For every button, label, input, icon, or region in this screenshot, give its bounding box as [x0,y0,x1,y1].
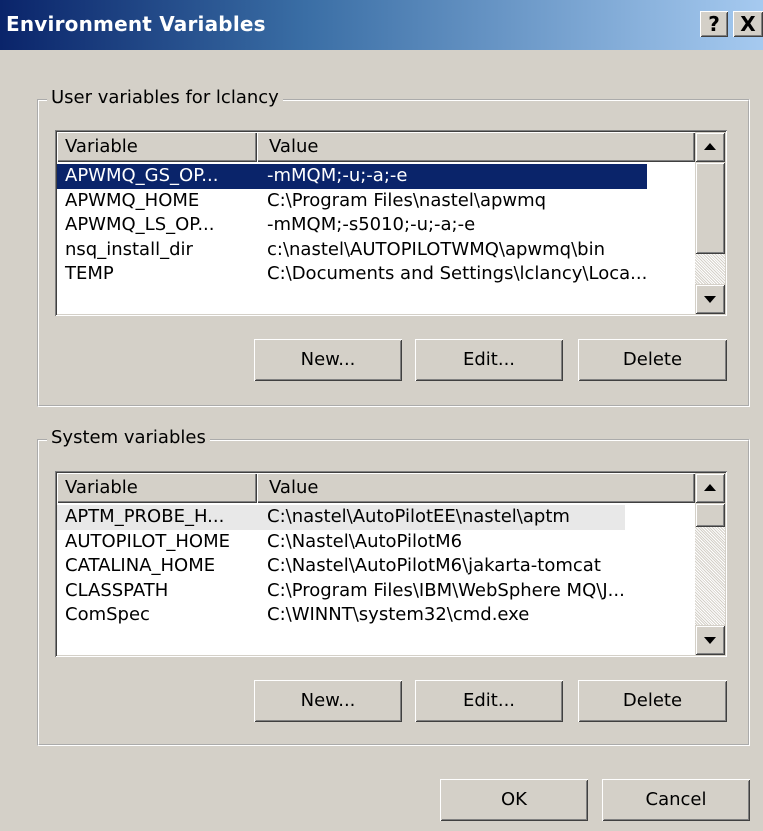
column-header-variable[interactable]: Variable [57,132,257,162]
scroll-thumb[interactable] [695,503,725,527]
arrow-down-icon [704,637,716,644]
system-edit-button[interactable]: Edit... [415,680,563,722]
variable-name-cell: APWMQ_GS_OP... [65,165,219,186]
cancel-button[interactable]: Cancel [602,779,750,821]
table-row[interactable]: TEMP C:\Documents and Settings\lclancy\Lo… [57,262,647,287]
list-header: Variable Value [57,132,695,162]
table-row[interactable]: CATALINA_HOME C:\Nastel\AutoPilotM6\jakar… [57,554,625,579]
variable-value-cell: C:\Program Files\nastel\apwmq [267,189,547,211]
scroll-thumb[interactable] [695,162,725,254]
table-row[interactable]: ComSpec C:\WINNT\system32\cmd.exe [57,603,625,628]
table-row[interactable]: nsq_install_dir c:\nastel\AUTOPILOTWMQ\ap… [57,238,647,263]
variable-value-cell: C:\Documents and Settings\lclancy\Loca..… [267,263,648,284]
system-variables-list[interactable]: Variable Value APTM_PROBE_H... C:\nastel\… [55,471,727,657]
variable-value-cell: c:\nastel\AUTOPILOTWMQ\apwmq\bin [267,238,606,260]
variable-value-cell: -mMQM;-s5010;-u;-a;-e [267,214,476,235]
variable-value-cell: C:\Program Files\IBM\WebSphere MQ\J... [267,579,625,601]
user-list-scrollbar[interactable] [695,132,725,314]
variable-name-cell: APTM_PROBE_H... [65,506,225,527]
arrow-down-icon [704,296,716,303]
user-variables-rows: APWMQ_GS_OP... -mMQM;-u;-a;-e APWMQ_HOME C:… [57,164,648,287]
variable-name-cell: APWMQ_HOME [65,189,200,211]
column-header-value[interactable]: Value [257,132,695,162]
arrow-up-icon [704,143,716,150]
variable-name-cell: APWMQ_LS_OP... [65,214,215,235]
help-icon: ? [708,12,720,36]
table-row[interactable]: CLASSPATH C:\Program Files\IBM\WebSphere … [57,579,625,604]
close-icon: X [740,12,756,36]
scroll-up-button[interactable] [695,473,725,503]
system-variables-label: System variables [47,427,210,448]
variable-name-cell: CLASSPATH [65,579,169,601]
user-variables-label: User variables for lclancy [47,87,283,108]
close-button[interactable]: X [733,11,763,37]
variable-value-cell: C:\Nastel\AutoPilotM6 [267,530,463,552]
variable-value-cell: C:\WINNT\system32\cmd.exe [267,604,530,625]
user-edit-button[interactable]: Edit... [415,339,563,381]
table-row[interactable]: APTM_PROBE_H... C:\nastel\AutoPilotEE\nas… [57,505,625,530]
column-header-variable[interactable]: Variable [57,473,257,503]
user-delete-button[interactable]: Delete [578,339,727,381]
list-header: Variable Value [57,473,695,503]
system-new-button[interactable]: New... [254,680,402,722]
variable-value-cell: -mMQM;-u;-a;-e [267,165,408,186]
scroll-up-button[interactable] [695,132,725,162]
variable-name-cell: CATALINA_HOME [65,555,216,576]
table-row[interactable]: APWMQ_GS_OP... -mMQM;-u;-a;-e [57,164,648,189]
variable-value-cell: C:\nastel\AutoPilotEE\nastel\aptm [267,506,570,527]
table-row[interactable]: AUTOPILOT_HOME C:\Nastel\AutoPilotM6 [57,530,625,555]
user-variables-list[interactable]: Variable Value APWMQ_GS_OP... -mMQM;-u;-a… [55,130,727,316]
variable-name-cell: TEMP [65,263,114,284]
system-delete-button[interactable]: Delete [578,680,727,722]
scroll-down-button[interactable] [695,625,725,655]
ok-button[interactable]: OK [440,779,588,821]
title-bar: Environment Variables ? X [0,0,763,50]
variable-name-cell: AUTOPILOT_HOME [65,530,230,552]
column-header-value[interactable]: Value [257,473,695,503]
variable-value-cell: C:\Nastel\AutoPilotM6\jakarta-tomcat [267,555,601,576]
system-variables-rows: APTM_PROBE_H... C:\nastel\AutoPilotEE\nas… [57,505,625,628]
user-new-button[interactable]: New... [254,339,402,381]
variable-name-cell: ComSpec [65,604,150,625]
arrow-up-icon [704,484,716,491]
table-row[interactable]: APWMQ_LS_OP... -mMQM;-s5010;-u;-a;-e [57,213,647,238]
window-title: Environment Variables [6,12,266,36]
variable-name-cell: nsq_install_dir [65,238,193,260]
help-button[interactable]: ? [700,11,728,37]
table-row[interactable]: APWMQ_HOME C:\Program Files\nastel\apwmq [57,189,647,214]
scroll-down-button[interactable] [695,284,725,314]
system-list-scrollbar[interactable] [695,473,725,655]
